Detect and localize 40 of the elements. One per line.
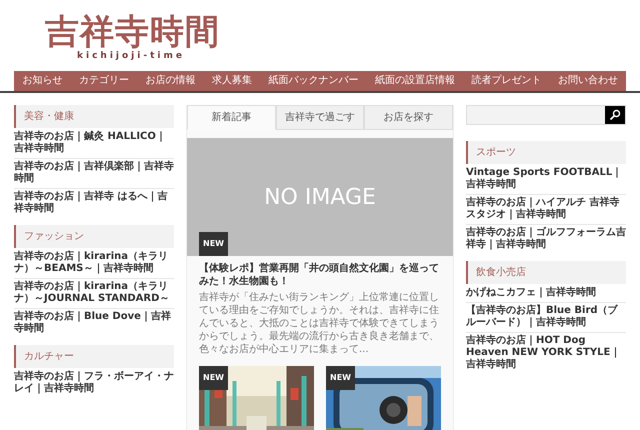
section-heading: 美容・健康 bbox=[14, 105, 174, 128]
search-button[interactable] bbox=[605, 106, 625, 124]
article-link[interactable]: 【吉祥寺のお店】Blue Bird（ブルーバード）｜吉祥寺時間 bbox=[466, 303, 626, 333]
section-heading: ファッション bbox=[14, 225, 174, 248]
placeholder-text: NO IMAGE bbox=[264, 184, 376, 212]
section-heading: 飲食小売店 bbox=[466, 261, 626, 284]
tab[interactable]: 吉祥寺で過ごす bbox=[276, 105, 364, 130]
nav-link[interactable]: 紙面の設置店情報 bbox=[366, 71, 463, 91]
article-link[interactable]: 吉祥寺のお店｜フラ・ボーアイ・ナレイ｜吉祥寺時間 bbox=[14, 369, 174, 398]
new-badge: NEW bbox=[199, 366, 228, 390]
site-logo[interactable]: 吉祥寺時間 bbox=[45, 14, 640, 50]
tab[interactable]: お店を探す bbox=[364, 105, 454, 130]
nav-link[interactable]: 求人募集 bbox=[204, 71, 260, 91]
article-link[interactable]: 吉祥寺のお店｜HOT Dog Heaven NEW YORK STYLE｜吉祥寺時間 bbox=[466, 333, 626, 374]
article-link[interactable]: かげねこカフェ｜吉祥寺時間 bbox=[466, 285, 626, 303]
article-link[interactable]: Vintage Sports FOOTBALL｜吉祥寺時間 bbox=[466, 165, 626, 195]
article-title[interactable]: 【体験レポ】営業再開「井の頭自然文化園」を巡ってみた！水生物園も！ bbox=[187, 256, 453, 291]
article-link[interactable]: 吉祥寺のお店｜ハイアルチ 吉祥寺スタジオ｜吉祥寺時間 bbox=[466, 195, 626, 225]
nav-link[interactable]: 紙面バックナンバー bbox=[260, 71, 366, 91]
section-heading: スポーツ bbox=[466, 141, 626, 164]
search-field[interactable] bbox=[466, 105, 626, 125]
article-link[interactable]: 吉祥寺のお店｜吉祥倶楽部｜吉祥寺時間 bbox=[14, 159, 174, 189]
nav-link[interactable]: お知らせ bbox=[14, 71, 70, 91]
search-icon bbox=[609, 109, 621, 121]
nav-link[interactable]: お店の情報 bbox=[137, 71, 204, 91]
tab[interactable]: 新着記事 bbox=[187, 105, 276, 130]
nav-link[interactable]: カテゴリー bbox=[70, 71, 137, 91]
article-link[interactable]: 吉祥寺のお店｜吉祥寺 はるへ｜吉祥寺時間 bbox=[14, 189, 174, 218]
new-badge: NEW bbox=[326, 366, 355, 390]
article-link[interactable]: 吉祥寺のお店｜ゴルフフォーラム吉祥寺｜吉祥寺時間 bbox=[466, 225, 626, 254]
nav-link[interactable]: 読者プレゼント bbox=[463, 71, 550, 91]
article-link[interactable]: 吉祥寺のお店｜鍼灸 HALLICO｜吉祥寺時間 bbox=[14, 129, 174, 159]
section-heading: カルチャー bbox=[14, 345, 174, 368]
article-excerpt: 吉祥寺が「住みたい街ランキング」上位常連に位置している理由をご存知でしょうか。それは、吉祥寺に住んでいると、大抵のことは吉祥寺で体験できてしまうからでしょう。最先端の流行から古き良き老舗まで、色々なお店が中心エリアに集まって... bbox=[198, 291, 440, 356]
site-tagline: kichijoji-time bbox=[76, 50, 186, 62]
nav-link[interactable]: お問い合わせ bbox=[550, 71, 626, 91]
article-link[interactable]: 吉祥寺のお店｜Blue Dove｜吉祥寺時間 bbox=[14, 309, 174, 338]
article-link[interactable]: 吉祥寺のお店｜kirarina（キラリナ）～JOURNAL STANDARD～ bbox=[14, 279, 174, 309]
new-badge: NEW bbox=[199, 232, 228, 256]
article-link[interactable]: 吉祥寺のお店｜kirarina（キラリナ）～BEAMS～｜吉祥寺時間 bbox=[14, 249, 174, 279]
